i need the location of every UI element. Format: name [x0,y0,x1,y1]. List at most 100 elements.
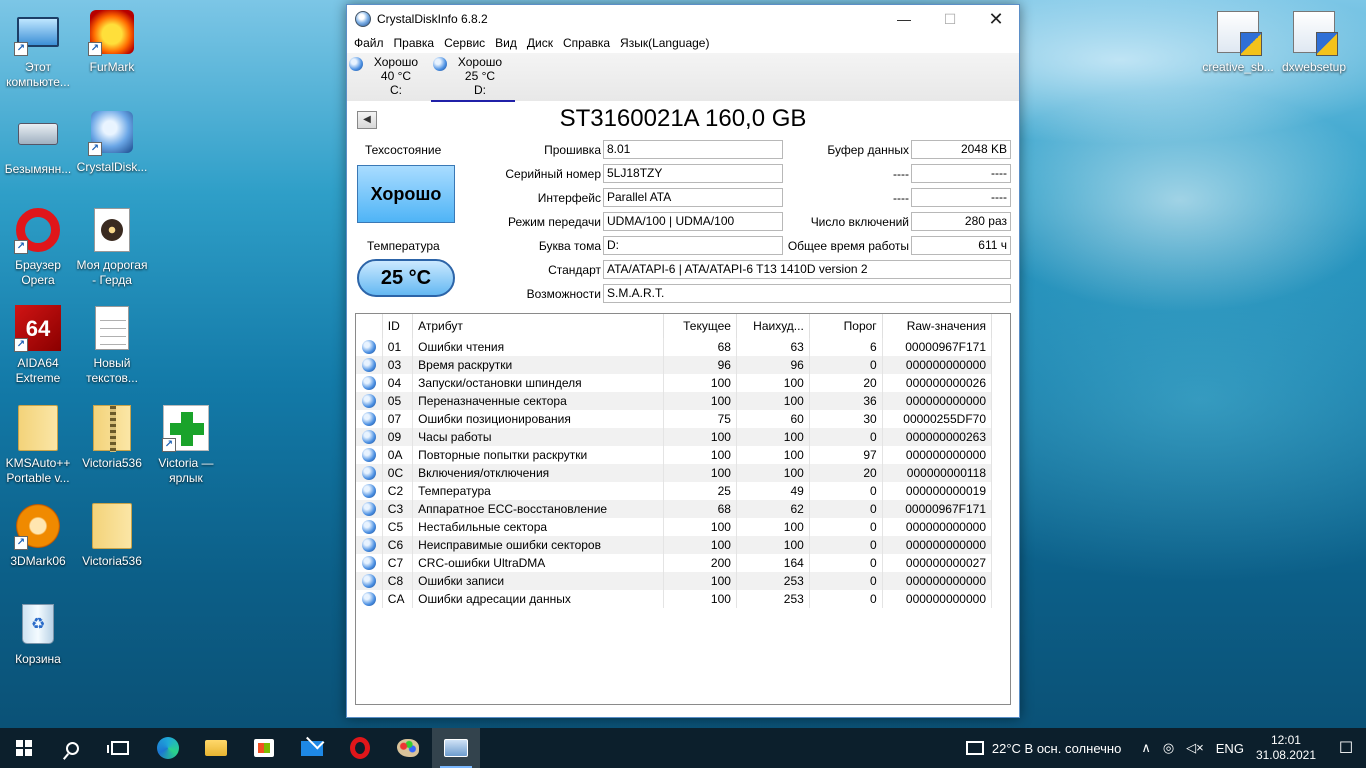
table-row[interactable]: C7 CRC-ошибки UltraDMA 200 164 0 000000000027 [356,554,993,572]
music-file-icon [88,206,136,254]
desktop-icon-creative[interactable]: creative_sb... [1200,8,1276,75]
cell-current: 100 [663,446,737,464]
menu-view[interactable]: Вид [495,36,517,50]
drive-tab-d[interactable]: Хорошо 25 °C D: [431,55,515,102]
desktop-icon-furmark[interactable]: ↗ FurMark [74,8,150,75]
search-button[interactable] [48,728,96,768]
desktop-icon-victoria-shortcut[interactable]: ↗ Victoria — ярлык [148,404,224,486]
buffer-value: 2048 KB [911,140,1011,159]
menu-help[interactable]: Справка [563,36,610,50]
store-icon [254,739,274,757]
start-button[interactable] [0,728,48,768]
menu-file[interactable]: Файл [354,36,384,50]
window-title: CrystalDiskInfo 6.8.2 [377,12,488,26]
cell-attribute: Аппаратное ECC-восстановление [412,500,665,518]
status-cell [356,464,383,482]
close-button[interactable]: ✕ [973,5,1019,33]
network-icon[interactable]: ◎ [1163,740,1174,756]
taskbar-crystaldiskinfo[interactable] [432,728,480,768]
table-header-row: ID Атрибут Текущее Наихуд... Порог Raw-з… [356,314,993,338]
cell-id: 07 [382,410,414,428]
desktop-icon-crystaldisk[interactable]: ↗ CrystalDisk... [74,108,150,175]
temperature-value[interactable]: 25 °C [357,259,455,297]
status-cell [356,392,383,410]
menu-disk[interactable]: Диск [527,36,553,50]
table-row[interactable]: 0C Включения/отключения 100 100 20 0000000001… [356,464,993,482]
cell-id: 04 [382,374,414,392]
cell-id: 0C [382,464,414,482]
table-row[interactable]: 05 Переназначенные сектора 100 100 36 0000000… [356,392,993,410]
table-row[interactable]: C8 Ошибки записи 100 253 0 000000000000 [356,572,993,590]
table-row[interactable]: CA Ошибки адресации данных 100 253 0 00000000… [356,590,993,608]
table-row[interactable]: 03 Время раскрутки 96 96 0 000000000000 [356,356,993,374]
column-header-status[interactable] [356,314,383,338]
taskbar-edge[interactable] [144,728,192,768]
3dmark-icon: ↗ [14,502,62,550]
table-row[interactable]: C2 Температура 25 49 0 000000000019 [356,482,993,500]
health-status-button[interactable]: Хорошо [357,165,455,223]
menu-language[interactable]: Язык(Language) [620,36,709,50]
desktop-icon-new-text[interactable]: Новый текстов... [74,304,150,386]
column-header-threshold[interactable]: Порог [809,314,883,338]
cell-attribute: Ошибки чтения [412,338,665,356]
task-view-button[interactable] [96,728,144,768]
column-header-attribute[interactable]: Атрибут [412,314,665,338]
column-header-id[interactable]: ID [382,314,414,338]
drive-tab-c[interactable]: Хорошо 40 °C C: [347,55,431,101]
status-cell [356,518,383,536]
desktop-icon-gerda[interactable]: Моя дорогая - Герда [74,206,150,288]
table-row[interactable]: 0A Повторные попытки раскрутки 100 100 97 000… [356,446,993,464]
menu-edit[interactable]: Правка [394,36,435,50]
desktop-icon-3dmark[interactable]: ↗ 3DMark06 [0,502,76,569]
notification-center-icon[interactable]: ☐ [1326,728,1366,768]
desktop-icon-recycle-bin[interactable]: ♻ Корзина [0,600,76,667]
status-cell [356,482,383,500]
table-row[interactable]: C5 Нестабильные сектора 100 100 0 00000000000… [356,518,993,536]
tray-overflow-chevron-icon[interactable]: ∧ [1141,740,1151,756]
desktop-icon-dxwebsetup[interactable]: dxwebsetup [1276,8,1352,75]
column-header-current[interactable]: Текущее [663,314,737,338]
computer-icon: ↗ [14,8,62,56]
taskbar-explorer[interactable] [192,728,240,768]
usb-drive-icon [14,110,62,158]
maximize-button[interactable]: ☐ [927,5,973,33]
taskbar-paint[interactable] [384,728,432,768]
weather-text[interactable]: 22°C В осн. солнечно [992,741,1121,756]
table-row[interactable]: 07 Ошибки позиционирования 75 60 30 00000255D… [356,410,993,428]
clock[interactable]: 12:01 31.08.2021 [1256,733,1316,763]
table-row[interactable]: C3 Аппаратное ECC-восстановление 68 62 0 0000… [356,500,993,518]
desktop-icon-aida64[interactable]: 64 ↗ AIDA64 Extreme [0,304,76,386]
column-header-worst[interactable]: Наихуд... [736,314,810,338]
blank-value-1: ---- [911,164,1011,183]
menu-service[interactable]: Сервис [444,36,485,50]
language-indicator[interactable]: ENG [1216,741,1244,756]
cell-threshold: 6 [809,338,883,356]
cell-raw: 000000000118 [882,464,993,482]
desktop-icon-this-pc[interactable]: ↗ Этот компьюте... [0,8,76,90]
table-row[interactable]: 04 Запуски/остановки шпинделя 100 100 20 0000… [356,374,993,392]
column-header-raw[interactable]: Raw-значения [882,314,993,338]
desktop-icon-victoria-zip[interactable]: Victoria536 [74,404,150,471]
desktop-icon-unnamed[interactable]: Безымянн... [0,110,76,177]
volume-muted-icon[interactable]: ◁× [1186,740,1204,756]
minimize-button[interactable]: — [881,5,927,33]
desktop-icon-victoria-folder[interactable]: Victoria536 [74,502,150,569]
cell-id: C7 [382,554,414,572]
cell-raw: 000000000026 [882,374,993,392]
taskbar-mail[interactable] [288,728,336,768]
taskbar-store[interactable] [240,728,288,768]
table-row[interactable]: 01 Ошибки чтения 68 63 6 00000967F171 [356,338,993,356]
smart-attributes-table[interactable]: ID Атрибут Текущее Наихуд... Порог Raw-з… [355,313,1011,705]
taskbar-opera[interactable] [336,728,384,768]
status-good-icon [362,502,376,517]
table-row[interactable]: C6 Неисправимые ошибки секторов 100 100 0 000… [356,536,993,554]
title-bar[interactable]: CrystalDiskInfo 6.8.2 — ☐ ✕ [347,5,1019,33]
cell-threshold: 0 [809,482,883,500]
serial-label: Серийный номер [505,167,601,181]
previous-disk-button[interactable]: ◀ [357,111,377,129]
desktop-icon-kmsauto[interactable]: KMSAuto++ Portable v... [0,404,76,486]
table-row[interactable]: 09 Часы работы 100 100 0 000000000263 [356,428,993,446]
desktop-icon-opera[interactable]: ↗ Браузер Opera [0,206,76,288]
clock-time: 12:01 [1270,733,1301,747]
installer-icon [1214,8,1262,56]
